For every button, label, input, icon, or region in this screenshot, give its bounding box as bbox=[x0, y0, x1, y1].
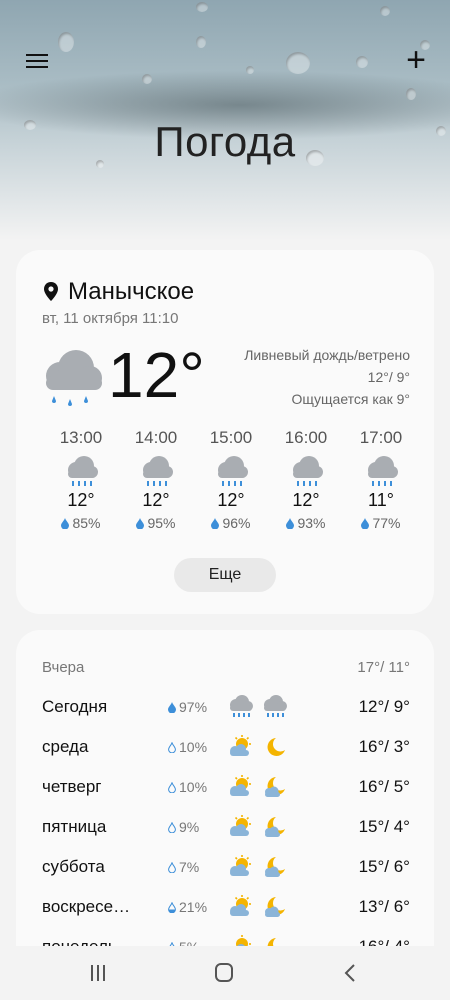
droplet-icon bbox=[168, 741, 176, 754]
day-row[interactable]: суббота 7% 15°/ 6° bbox=[42, 852, 410, 882]
rain-cloud-icon bbox=[293, 456, 323, 486]
day-row[interactable]: среда 10% 16°/ 3° bbox=[42, 732, 410, 762]
day-row[interactable]: воскресе… 21% 13°/ 6° bbox=[42, 892, 410, 922]
moon-icon bbox=[267, 738, 285, 756]
day-temps: 16°/ 3° bbox=[358, 737, 410, 756]
partly-sunny-icon bbox=[230, 775, 251, 796]
hour-item: 17:00 11° 77% bbox=[346, 428, 416, 531]
day-label: Вчера bbox=[42, 659, 85, 676]
rain-cloud-icon bbox=[68, 456, 98, 486]
droplet-icon bbox=[168, 702, 176, 714]
plus-icon[interactable]: + bbox=[406, 43, 426, 77]
day-row[interactable]: пятница 9% 15°/ 4° bbox=[42, 812, 410, 842]
day-precip: 9% bbox=[168, 819, 199, 835]
droplet-icon bbox=[361, 518, 370, 530]
day-temps: 12°/ 9° bbox=[358, 697, 410, 716]
feels-like: Ощущается как 9° bbox=[291, 391, 410, 407]
back-icon[interactable] bbox=[330, 960, 370, 986]
day-row[interactable]: Сегодня 97% 12°/ 9° bbox=[42, 692, 410, 722]
day-precip: 10% bbox=[168, 739, 207, 755]
day-label: суббота bbox=[42, 857, 105, 876]
droplet-icon bbox=[168, 821, 176, 834]
partly-cloudy-night-icon bbox=[265, 857, 285, 877]
droplet-icon bbox=[168, 861, 176, 874]
day-temps: 15°/ 6° bbox=[358, 857, 410, 876]
condition-text: Ливневый дождь/ветрено bbox=[244, 347, 410, 363]
droplet-icon bbox=[286, 518, 295, 530]
day-label: Сегодня bbox=[42, 697, 108, 716]
day-temps: 13°/ 6° bbox=[358, 897, 410, 916]
droplet-icon bbox=[211, 518, 220, 530]
current-weather-card[interactable]: Манычское вт, 11 октября 11:10 12° Ливне… bbox=[16, 250, 434, 614]
hour-item: 15:00 12° 96% bbox=[196, 428, 266, 531]
day-temps: 16°/ 5° bbox=[358, 777, 410, 796]
hour-temp: 12° bbox=[292, 490, 320, 510]
home-icon[interactable] bbox=[204, 960, 244, 986]
hour-time: 15:00 bbox=[209, 428, 253, 447]
hour-temp: 12° bbox=[217, 490, 245, 510]
rain-cloud-icon bbox=[368, 456, 398, 486]
recent-apps-icon[interactable] bbox=[78, 960, 118, 986]
rain-cloud-icon bbox=[143, 456, 173, 486]
day-precip: 21% bbox=[168, 899, 207, 915]
more-button[interactable]: Еще bbox=[174, 558, 276, 592]
hour-time: 14:00 bbox=[134, 428, 178, 447]
droplet-icon bbox=[136, 518, 145, 530]
system-navigation-bar bbox=[0, 946, 450, 1000]
hour-precip: 95% bbox=[121, 515, 191, 531]
hour-precip: 85% bbox=[46, 515, 116, 531]
condition-details: Ливневый дождь/ветрено 12°/ 9° Ощущается… bbox=[244, 344, 410, 410]
partly-sunny-icon bbox=[230, 735, 251, 756]
droplet-icon bbox=[168, 781, 176, 794]
hour-time: 17:00 bbox=[359, 428, 403, 447]
hour-temp: 12° bbox=[67, 490, 95, 510]
day-temps: 17°/ 11° bbox=[357, 659, 410, 676]
partly-cloudy-night-icon bbox=[265, 817, 285, 837]
hour-precip: 96% bbox=[196, 515, 266, 531]
rain-cloud-icon bbox=[264, 695, 287, 717]
partly-sunny-icon bbox=[230, 895, 251, 916]
rain-cloud-icon bbox=[46, 350, 102, 406]
day-precip: 97% bbox=[168, 699, 207, 715]
day-temps: 15°/ 4° bbox=[358, 817, 410, 836]
daily-forecast-card[interactable]: Вчера 17°/ 11° Сегодня 97% 12°/ 9° среда… bbox=[16, 630, 434, 950]
rain-cloud-icon bbox=[230, 695, 253, 717]
hour-precip: 93% bbox=[271, 515, 341, 531]
hour-item: 16:00 12° 93% bbox=[271, 428, 341, 531]
hourly-forecast[interactable]: 13:00 12° 85% 14:00 12° 95% 15:00 12° 96… bbox=[46, 428, 416, 531]
day-label: четверг bbox=[42, 777, 102, 796]
hour-precip: 77% bbox=[346, 515, 416, 531]
droplet-icon bbox=[61, 518, 70, 530]
high-low-temp: 12°/ 9° bbox=[367, 369, 410, 385]
partly-cloudy-night-icon bbox=[265, 777, 285, 797]
hour-time: 13:00 bbox=[59, 428, 103, 447]
hour-temp: 12° bbox=[142, 490, 170, 510]
hour-temp: 11° bbox=[368, 490, 394, 510]
rain-cloud-icon bbox=[218, 456, 248, 486]
day-label: среда bbox=[42, 737, 89, 756]
partly-cloudy-night-icon bbox=[265, 897, 285, 917]
location: Манычское bbox=[42, 278, 194, 306]
yesterday-row: Вчера 17°/ 11° bbox=[42, 654, 410, 684]
partly-sunny-icon bbox=[230, 815, 251, 836]
hour-item: 13:00 12° 85% bbox=[46, 428, 116, 531]
page-title: Погода bbox=[154, 118, 296, 165]
day-row[interactable]: четверг 10% 16°/ 5° bbox=[42, 772, 410, 802]
location-name: Манычское bbox=[68, 278, 195, 305]
location-pin-icon bbox=[44, 282, 58, 301]
hour-time: 16:00 bbox=[284, 428, 328, 447]
partly-sunny-icon bbox=[230, 855, 251, 876]
day-label: пятница bbox=[42, 817, 107, 836]
droplet-icon bbox=[168, 901, 176, 914]
menu-icon[interactable] bbox=[26, 50, 50, 72]
hour-item: 14:00 12° 95% bbox=[121, 428, 191, 531]
day-label: воскресе… bbox=[42, 897, 131, 916]
day-precip: 7% bbox=[168, 859, 199, 875]
date-time: вт, 11 октября 11:10 bbox=[42, 310, 179, 327]
day-precip: 10% bbox=[168, 779, 207, 795]
current-temperature: 12° bbox=[108, 339, 205, 411]
